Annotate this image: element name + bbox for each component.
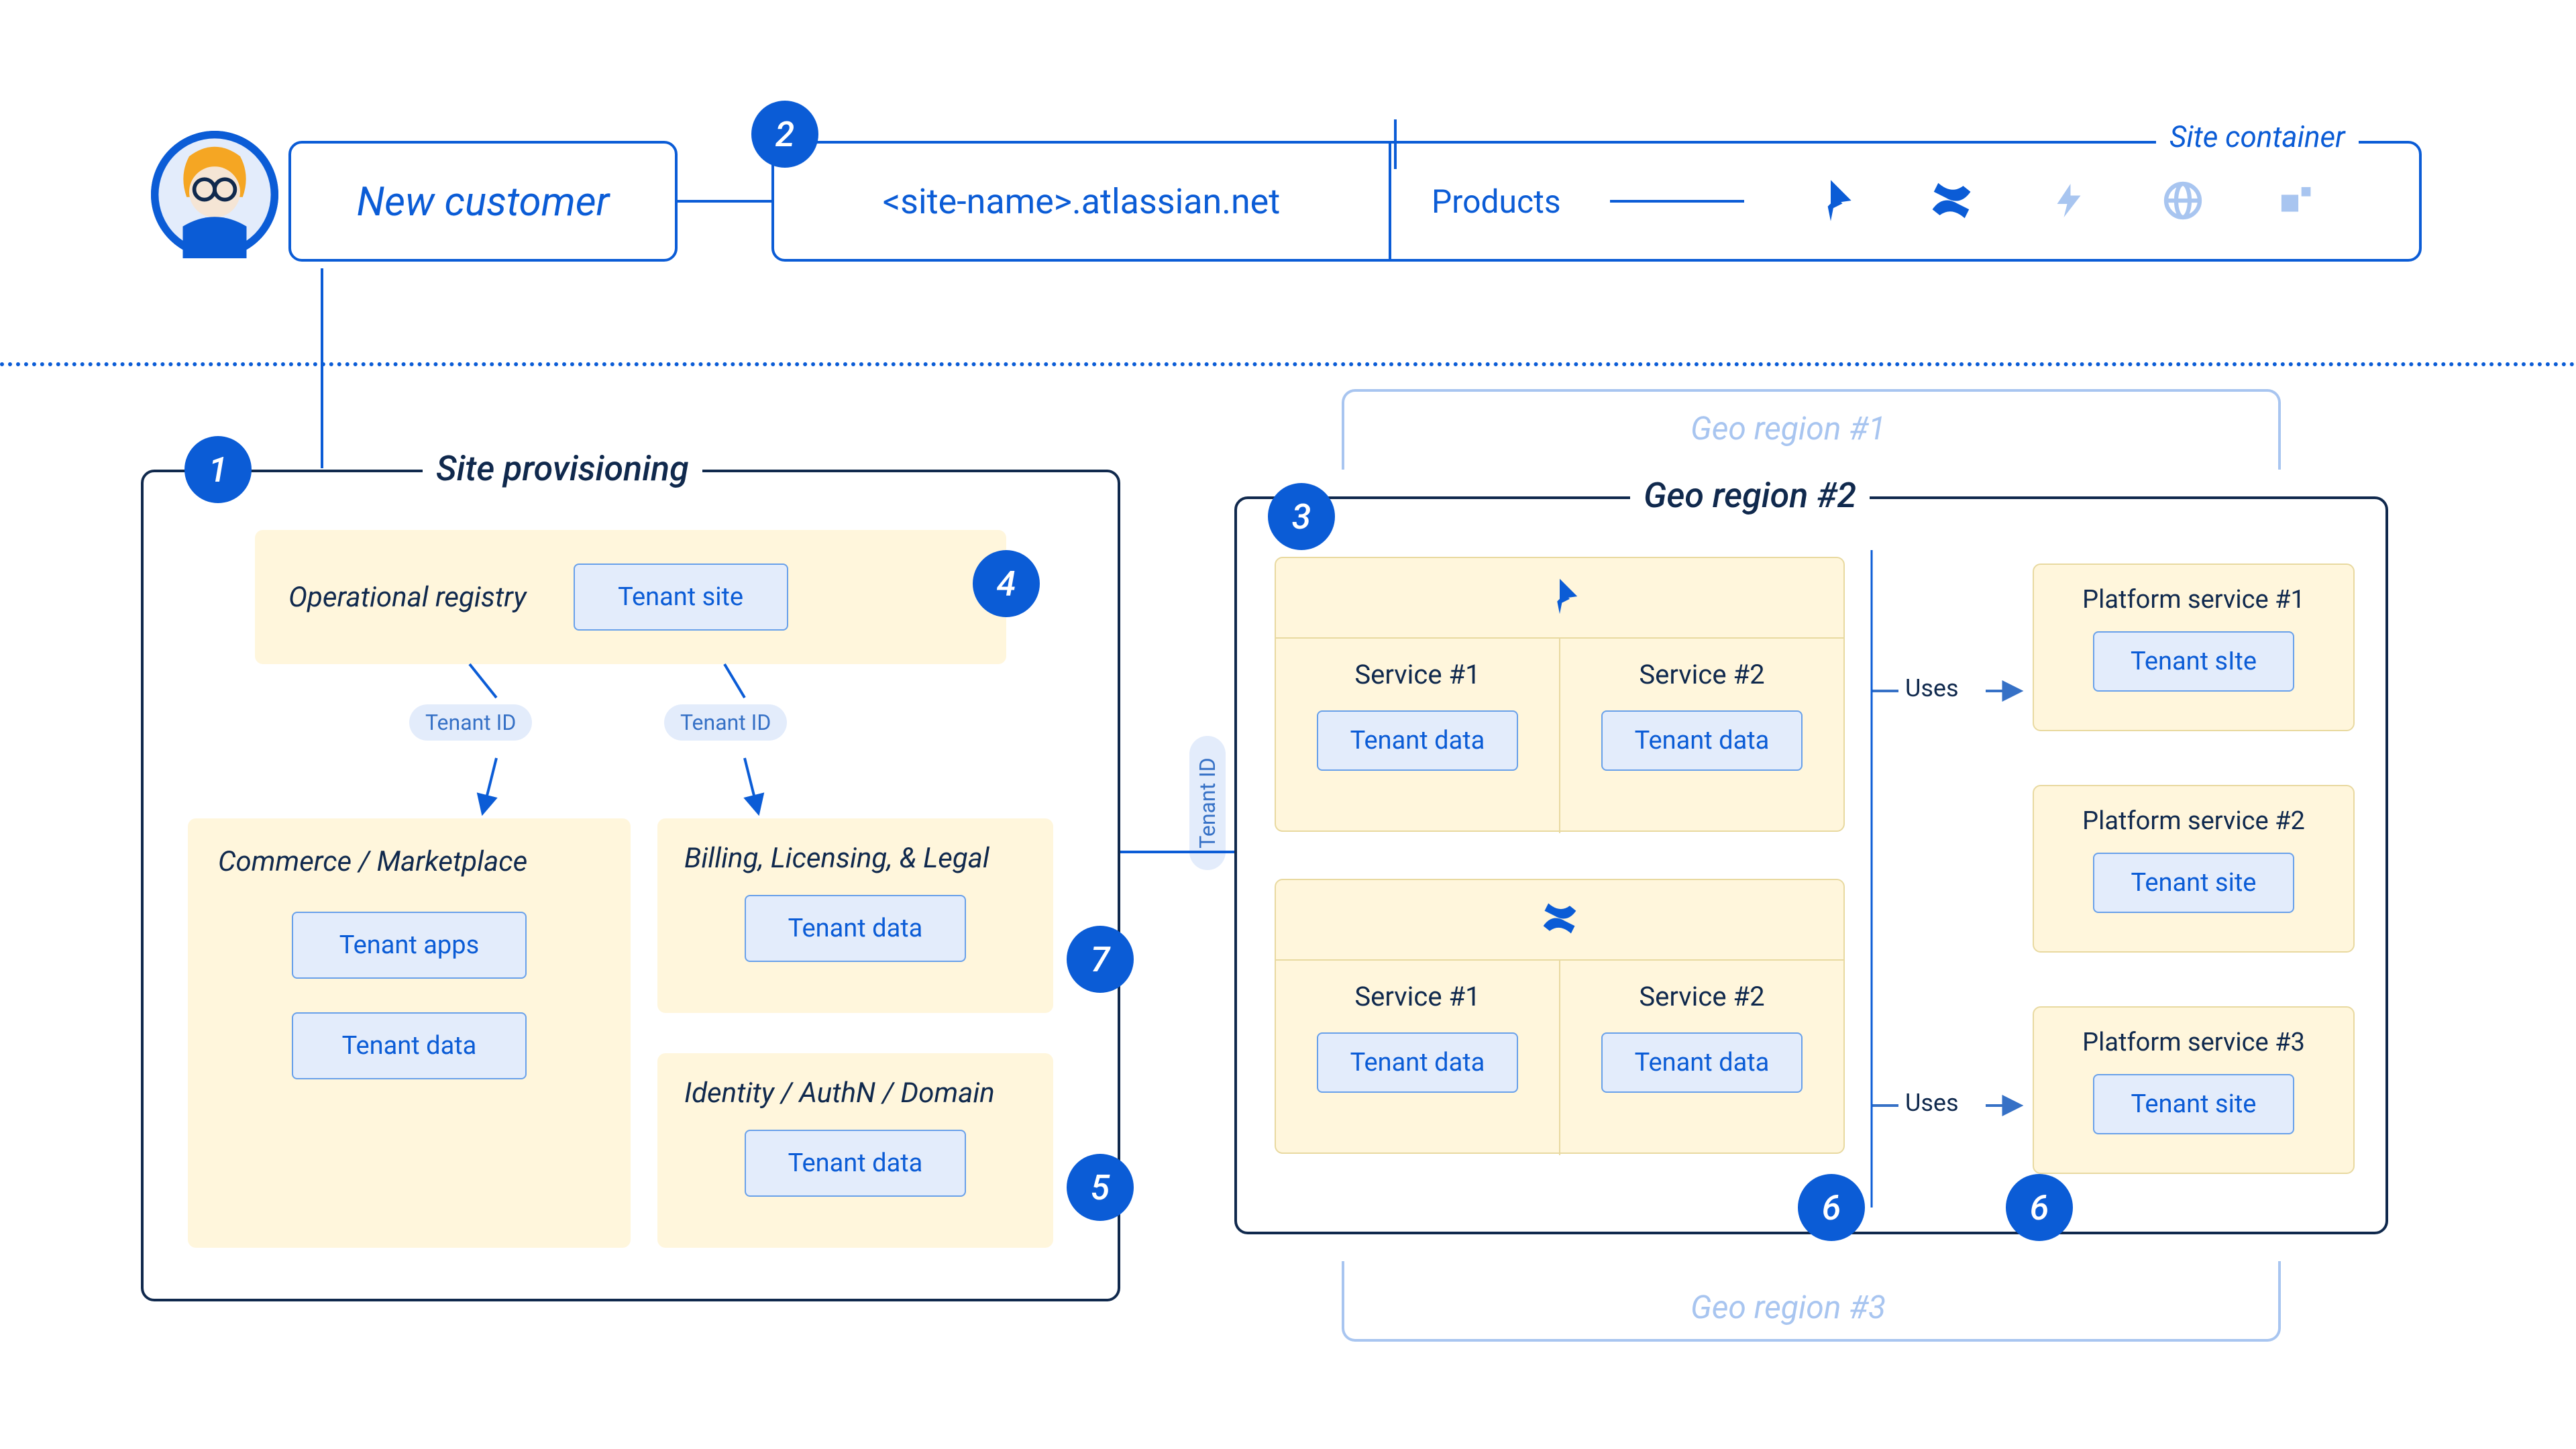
platform-2-tenant-site: Tenant site — [2093, 853, 2294, 913]
conf-service-2-tenant-data: Tenant data — [1601, 1032, 1803, 1093]
identity-label: Identity / AuthN / Domain — [684, 1077, 1026, 1110]
badge-3: 3 — [1268, 483, 1335, 550]
operational-registry-panel: Operational registry Tenant site — [255, 530, 1006, 664]
site-provisioning-title: Site provisioning — [423, 448, 702, 489]
conf-service-1-tenant-data: Tenant data — [1317, 1032, 1518, 1093]
squares-icon — [2277, 182, 2314, 222]
jira-services-panel: Service #1 Tenant data Service #2 Tenant… — [1275, 557, 1845, 832]
operational-registry-label: Operational registry — [288, 581, 527, 614]
platform-service-3-panel: Platform service #3 Tenant site — [2033, 1006, 2355, 1174]
tenant-apps-chip: Tenant apps — [292, 912, 527, 979]
billing-panel: Billing, Licensing, & Legal Tenant data — [657, 818, 1053, 1013]
platform-service-2-panel: Platform service #2 Tenant site — [2033, 785, 2355, 953]
jira-service-2-label: Service #2 — [1580, 659, 1823, 690]
platform-1-tenant-site: Tenant sIte — [2093, 631, 2294, 692]
platform-service-1-panel: Platform service #1 Tenant sIte — [2033, 564, 2355, 731]
tenant-id-pill-vertical: Tenant ID — [1189, 736, 1226, 870]
geo-region-3-title: Geo region #3 — [1677, 1288, 1899, 1326]
geo-region-2-title: Geo region #2 — [1630, 475, 1870, 516]
bolt-icon — [2049, 180, 2089, 223]
jira-icon — [1807, 177, 1854, 227]
dotted-divider — [0, 362, 2576, 366]
jira-service-1-label: Service #1 — [1296, 659, 1539, 690]
badge-7: 7 — [1067, 926, 1134, 993]
platform-service-1-label: Platform service #1 — [2054, 585, 2333, 614]
platform-service-2-label: Platform service #2 — [2054, 806, 2333, 836]
site-url-label: <site-name>.atlassian.net — [883, 181, 1281, 222]
site-container-box: <site-name>.atlassian.net Site container… — [771, 141, 2422, 262]
uses-label-1: Uses — [1905, 674, 1959, 702]
confluence-icon — [1928, 177, 1975, 227]
badge-6-right: 6 — [2006, 1174, 2073, 1241]
tenant-id-pill-left: Tenant ID — [409, 704, 532, 741]
jira-service-2-tenant-data: Tenant data — [1601, 710, 1803, 771]
confluence-services-panel: Service #1 Tenant data Service #2 Tenant… — [1275, 879, 1845, 1154]
badge-1: 1 — [184, 436, 252, 503]
globe-icon — [2163, 180, 2203, 223]
site-container-title: Site container — [2156, 119, 2359, 154]
platform-3-tenant-site: Tenant site — [2093, 1074, 2294, 1134]
new-customer-label: New customer — [343, 178, 623, 225]
tenant-site-chip: Tenant site — [574, 564, 788, 631]
new-customer-box: New customer — [288, 141, 678, 262]
tenant-data-chip-1: Tenant data — [292, 1012, 527, 1079]
customer-avatar — [151, 131, 278, 258]
tenant-data-chip-3: Tenant data — [745, 1130, 966, 1197]
jira-service-1-tenant-data: Tenant data — [1317, 710, 1518, 771]
billing-label: Billing, Licensing, & Legal — [684, 842, 1026, 875]
badge-4: 4 — [973, 550, 1040, 617]
tenant-data-chip-2: Tenant data — [745, 895, 966, 962]
badge-2: 2 — [751, 101, 818, 168]
commerce-panel: Commerce / Marketplace Tenant apps Tenan… — [188, 818, 631, 1248]
tenant-id-pill-right: Tenant ID — [664, 704, 787, 741]
commerce-label: Commerce / Marketplace — [218, 845, 600, 878]
conf-service-1-label: Service #1 — [1296, 981, 1539, 1012]
platform-service-3-label: Platform service #3 — [2054, 1028, 2333, 1057]
conf-service-2-label: Service #2 — [1580, 981, 1823, 1012]
geo-region-1-title: Geo region #1 — [1677, 409, 1899, 447]
products-label: Products — [1432, 182, 1561, 221]
badge-6-left: 6 — [1798, 1174, 1865, 1241]
uses-label-2: Uses — [1905, 1089, 1959, 1117]
identity-panel: Identity / AuthN / Domain Tenant data — [657, 1053, 1053, 1248]
jira-icon-small — [1540, 576, 1580, 619]
confluence-icon-small — [1540, 898, 1580, 941]
badge-5: 5 — [1067, 1154, 1134, 1221]
